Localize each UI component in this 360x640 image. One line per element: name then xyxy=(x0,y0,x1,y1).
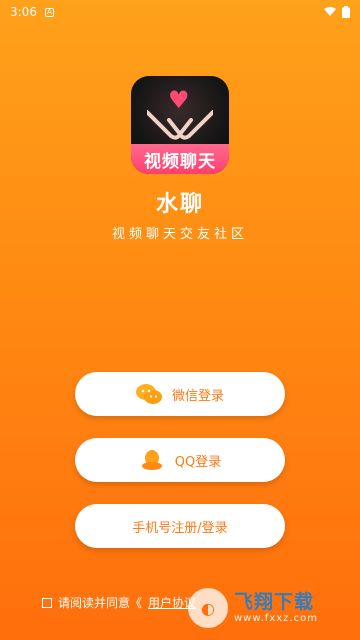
watermark-text: 飞翔下载 www.fxxz.com xyxy=(234,592,318,624)
phone-login-label: 手机号注册/登录 xyxy=(132,520,228,536)
app-icon-label: 视频聊天 xyxy=(131,144,229,174)
watermark-main: 飞翔下载 xyxy=(234,591,315,614)
wifi-icon xyxy=(324,7,336,16)
battery-icon xyxy=(342,6,350,18)
qq-login-label: QQ登录 xyxy=(174,454,222,470)
app-icon: ♥ 视频聊天 xyxy=(131,76,229,174)
app-subtitle: 视频聊天交友社区 xyxy=(111,227,248,242)
status-bar: 3:06 A xyxy=(0,0,360,24)
watermark-logo: ◐ xyxy=(188,588,228,628)
status-indicator: A xyxy=(44,7,54,17)
agreement-checkbox[interactable] xyxy=(42,597,52,608)
qq-icon xyxy=(141,450,162,470)
status-time: 3:06 xyxy=(10,5,37,19)
agreement-text: 请阅读并同意《 xyxy=(58,596,143,610)
wechat-icon xyxy=(135,384,162,404)
status-right xyxy=(324,6,350,18)
watermark: ◐ 飞翔下载 www.fxxz.com xyxy=(188,584,348,632)
app-title: 水聊 xyxy=(155,192,204,217)
wechat-login-button[interactable]: 微信登录 xyxy=(75,372,285,416)
status-left: 3:06 A xyxy=(10,5,54,19)
watermark-sub: www.fxxz.com xyxy=(234,612,318,624)
wechat-login-label: 微信登录 xyxy=(171,388,224,404)
agreement: 请阅读并同意《 用户协议 xyxy=(42,594,196,611)
heart-icon: ♥ xyxy=(168,86,190,114)
phone-login-button[interactable]: 手机号注册/登录 xyxy=(75,504,285,548)
qq-login-button[interactable]: QQ登录 xyxy=(75,438,285,482)
hands-illustration xyxy=(147,110,213,140)
